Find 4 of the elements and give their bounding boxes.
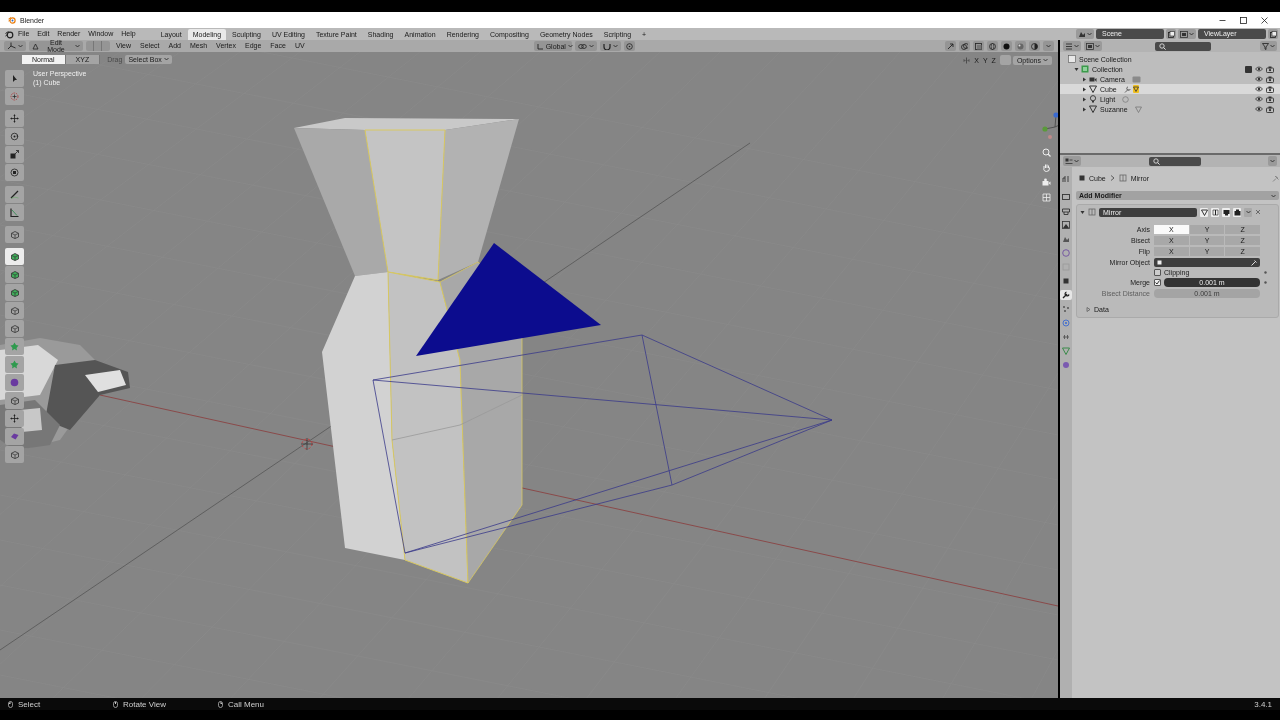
status-hint: Select [18, 699, 41, 709]
version-label: 3.4.1 [1254, 699, 1272, 709]
status-hint: Rotate View [123, 699, 166, 709]
status-hint: Call Menu [228, 699, 264, 709]
